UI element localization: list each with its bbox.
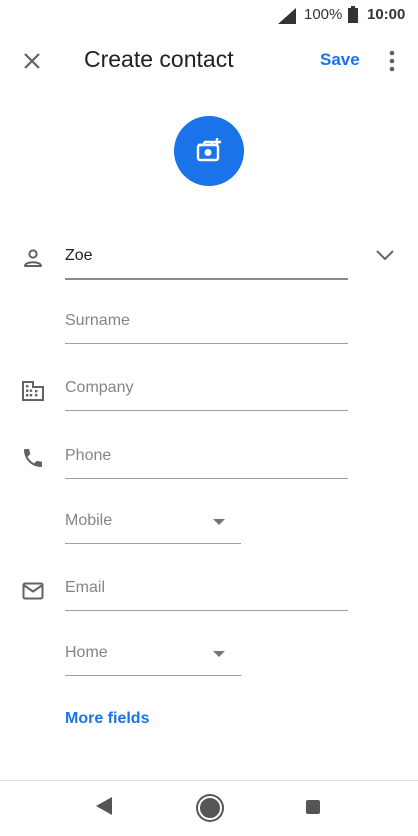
company-placeholder: Company xyxy=(65,379,134,396)
status-time: 10:00 xyxy=(367,6,406,23)
company-field[interactable]: Company xyxy=(65,372,348,411)
nav-divider xyxy=(0,780,418,781)
nav-recents-icon[interactable] xyxy=(306,800,320,814)
phone-type-value: Mobile xyxy=(65,512,113,529)
email-icon xyxy=(22,582,44,600)
add-photo-button[interactable] xyxy=(174,116,244,186)
business-icon xyxy=(22,381,44,401)
email-type-select[interactable]: Home xyxy=(65,637,241,676)
battery-percentage: 100% xyxy=(304,6,343,23)
dropdown-arrow-icon xyxy=(213,519,225,525)
nav-home-icon[interactable] xyxy=(198,796,222,820)
phone-field[interactable]: Phone xyxy=(65,440,348,479)
surname-placeholder: Surname xyxy=(65,312,130,329)
signal-icon xyxy=(278,8,296,24)
phone-icon xyxy=(24,449,42,467)
status-bar: 100% 10:00 xyxy=(0,0,418,30)
phone-type-select[interactable]: Mobile xyxy=(65,505,241,544)
email-type-value: Home xyxy=(65,644,108,661)
surname-field[interactable]: Surname xyxy=(65,305,348,344)
first-name-field[interactable]: Zoe xyxy=(65,240,348,280)
email-placeholder: Email xyxy=(65,579,106,596)
person-icon xyxy=(24,249,42,267)
add-photo-icon xyxy=(196,138,221,162)
chevron-down-icon[interactable] xyxy=(373,243,397,267)
page-title: Create contact xyxy=(84,46,234,72)
email-field[interactable]: Email xyxy=(65,572,348,611)
dropdown-arrow-icon xyxy=(213,651,225,657)
phone-placeholder: Phone xyxy=(65,447,112,464)
first-name-value: Zoe xyxy=(65,247,93,264)
close-icon[interactable] xyxy=(20,49,44,73)
battery-icon xyxy=(348,6,358,23)
more-fields-button[interactable]: More fields xyxy=(65,710,149,728)
save-button[interactable]: Save xyxy=(320,50,360,70)
nav-back-icon[interactable] xyxy=(96,797,112,815)
more-vert-icon[interactable] xyxy=(382,49,402,73)
